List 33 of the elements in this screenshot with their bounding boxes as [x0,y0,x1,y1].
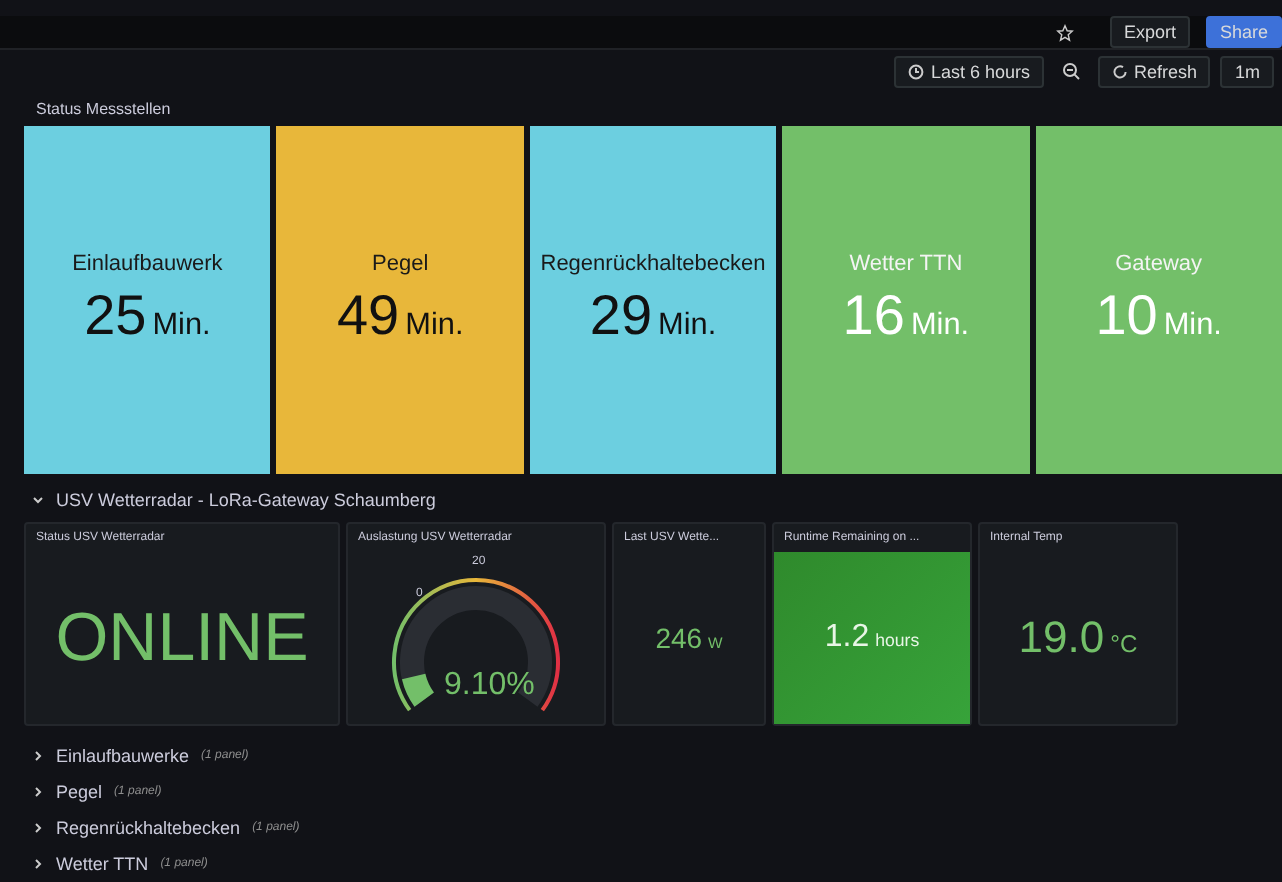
tile-value: 49 Min. [336,284,464,348]
tile-value: 10 Min. [1095,284,1222,348]
tile-name: Wetter TTN [849,252,963,276]
row-title: Einlaufbauwerke [56,746,190,766]
tile-name: Gateway [1115,252,1203,276]
chevron-icon [32,750,44,762]
chevron-icon [32,786,44,798]
gauge-value: 9.10% [444,668,535,704]
stat-value: 1.2 hours [824,620,920,656]
row-title: Wetter TTN [56,854,149,874]
tile-value: 29 Min. [589,284,717,348]
refresh-button[interactable]: Refresh [1097,55,1211,88]
row-title: Pegel [56,782,103,802]
chevron-icon [32,858,44,870]
row-header[interactable]: USV Wetterradar - LoRa-Gateway Schaumberg [24,482,1282,518]
clock-icon [908,63,925,80]
refresh-icon [1111,63,1128,80]
section-title: Status Messstellen [34,98,173,122]
row-title: Regenrückhaltebecken [56,818,241,838]
star-icon[interactable] [1055,23,1074,42]
tile-name: Regenrückhaltebecken [540,252,766,276]
chevron-icon [32,822,44,834]
tile-name: Pegel [372,252,429,276]
tile-name: Einlaufbauwerk [72,252,223,276]
time-range-picker[interactable]: Last 6 hours [894,55,1044,88]
tile-value: 16 Min. [842,284,970,348]
stat-value: 19.0°C [1018,612,1138,664]
row-title: USV Wetterradar - LoRa-Gateway Schaumberg [56,490,436,510]
tile-value: 25 Min. [84,284,211,348]
chevron-icon [32,494,44,506]
status-value: ONLINE [55,599,309,677]
export-button[interactable]: Export [1109,16,1190,49]
interval-dropdown[interactable]: 1m [1220,55,1274,88]
